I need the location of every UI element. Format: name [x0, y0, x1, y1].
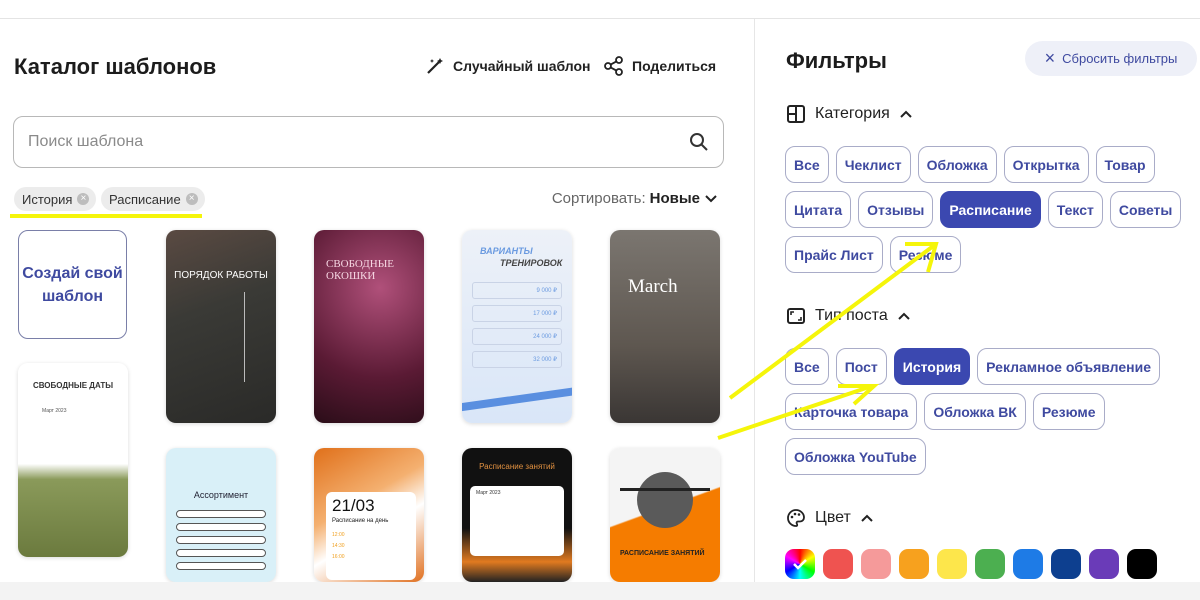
- color-swatch[interactable]: [1089, 549, 1119, 579]
- filter-chip[interactable]: Резюме: [889, 236, 962, 273]
- color-swatch[interactable]: [899, 549, 929, 579]
- palette-icon: [787, 509, 805, 527]
- color-swatch[interactable]: [1051, 549, 1081, 579]
- template-card[interactable]: СВОБОДНЫЕ ДАТЫ Март 2023: [18, 363, 128, 557]
- chevron-up-icon: [898, 312, 910, 320]
- filter-chip[interactable]: Карточка товара: [785, 393, 918, 430]
- search-input[interactable]: [28, 133, 689, 151]
- sort-dropdown[interactable]: Сортировать: Новые: [552, 190, 718, 207]
- post-type-section-toggle[interactable]: Тип поста: [787, 307, 910, 325]
- post-type-icon: [787, 308, 805, 324]
- filter-chip[interactable]: Обложка ВК: [924, 393, 1026, 430]
- color-swatch[interactable]: [1127, 549, 1157, 579]
- filter-chip[interactable]: Чеклист: [835, 146, 911, 183]
- filter-chip[interactable]: Цитата: [785, 191, 852, 228]
- remove-tag-icon[interactable]: ×: [77, 193, 90, 205]
- close-icon: ×: [1044, 48, 1056, 68]
- color-swatch[interactable]: [975, 549, 1005, 579]
- random-template-button[interactable]: Случайный шаблон: [425, 56, 591, 76]
- filter-chip[interactable]: Расписание: [940, 191, 1041, 228]
- color-swatch[interactable]: [1013, 549, 1043, 579]
- filter-chip[interactable]: Открытка: [1003, 146, 1089, 183]
- create-template-button[interactable]: Создай свой шаблон: [18, 230, 127, 339]
- chevron-down-icon: [705, 194, 717, 202]
- panel-divider: [754, 19, 755, 582]
- color-swatch[interactable]: [823, 549, 853, 579]
- page-title: Каталог шаблонов: [14, 54, 217, 79]
- template-card[interactable]: РАСПИСАНИЕ ЗАНЯТИЙ: [610, 448, 720, 582]
- bottom-bar: [0, 582, 1200, 600]
- top-bar: [0, 0, 1200, 19]
- filter-chip[interactable]: Отзывы: [858, 191, 934, 228]
- share-button[interactable]: Поделиться: [604, 56, 716, 76]
- filter-chip[interactable]: Прайс Лист: [785, 236, 883, 273]
- template-card[interactable]: СВОБОДНЫЕ ОКОШКИ: [314, 230, 424, 423]
- template-card[interactable]: 21/03 Расписание на день 12:00 14:30 16:00: [314, 448, 424, 582]
- check-icon: [793, 559, 807, 570]
- color-swatch[interactable]: [861, 549, 891, 579]
- template-card[interactable]: Расписание занятий Март 2023: [462, 448, 572, 582]
- reset-filters-button[interactable]: × Сбросить фильтры: [1025, 41, 1197, 76]
- filter-chip[interactable]: История: [893, 348, 971, 385]
- active-filter-tag[interactable]: История ×: [14, 187, 97, 211]
- filter-chip[interactable]: Пост: [835, 348, 887, 385]
- filter-chip[interactable]: Все: [785, 146, 829, 183]
- search-icon[interactable]: [689, 132, 709, 152]
- remove-tag-icon[interactable]: ×: [185, 193, 198, 205]
- filter-chip[interactable]: Рекламное объявление: [977, 348, 1160, 385]
- template-card[interactable]: March: [610, 230, 720, 423]
- chevron-up-icon: [900, 110, 912, 118]
- color-swatch-multicolor[interactable]: [785, 549, 815, 579]
- template-card[interactable]: Ассортимент: [166, 448, 276, 582]
- post-type-chips: Все Пост История Рекламное объявление Карточ…: [785, 348, 1185, 475]
- share-icon: [604, 56, 623, 76]
- category-chips: Все Чеклист Обложка Открытка Товар Цитата Отзы…: [785, 146, 1185, 273]
- filter-chip[interactable]: Все: [785, 348, 829, 385]
- template-card[interactable]: ПОРЯДОК РАБОТЫ: [166, 230, 276, 423]
- filter-chip[interactable]: Обложка YouTube: [785, 438, 926, 475]
- template-card[interactable]: ВАРИАНТЫ ТРЕНИРОВОК 9 000 ₽ 17 000 ₽ 24 …: [462, 230, 572, 423]
- active-filter-tag[interactable]: Расписание ×: [101, 187, 205, 211]
- filter-chip[interactable]: Товар: [1095, 146, 1155, 183]
- search-box: [13, 116, 724, 168]
- filters-title: Фильтры: [786, 48, 887, 73]
- color-section-toggle[interactable]: Цвет: [787, 509, 873, 527]
- color-swatch[interactable]: [937, 549, 967, 579]
- filter-chip[interactable]: Текст: [1047, 191, 1103, 228]
- category-icon: [787, 105, 805, 123]
- category-section-toggle[interactable]: Категория: [787, 105, 912, 123]
- filter-chip[interactable]: Резюме: [1032, 393, 1105, 430]
- chevron-up-icon: [861, 514, 873, 522]
- filter-chip[interactable]: Советы: [1109, 191, 1182, 228]
- filter-chip[interactable]: Обложка: [917, 146, 997, 183]
- magic-wand-icon: [427, 58, 443, 74]
- color-swatches: [785, 549, 1157, 579]
